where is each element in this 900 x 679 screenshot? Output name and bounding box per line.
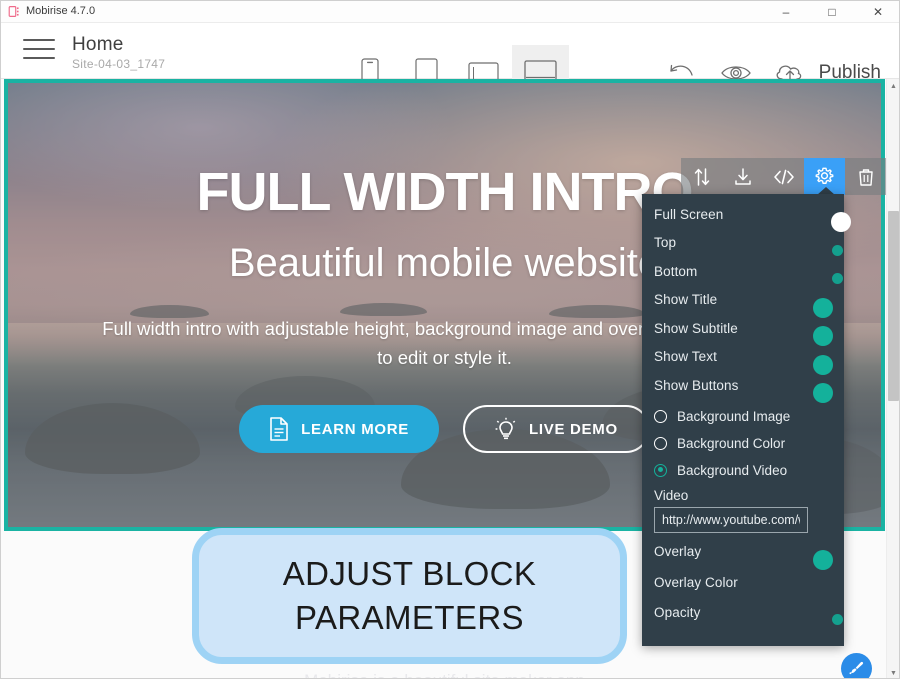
- live-demo-label: LIVE DEMO: [529, 420, 618, 438]
- app-header: Home Site-04-03_1747 Publish: [1, 23, 899, 101]
- maximize-button[interactable]: □: [809, 1, 855, 23]
- show-subtitle-label: Show Subtitle: [654, 320, 738, 336]
- setting-overlay-color: Overlay Color: [642, 566, 844, 598]
- setting-show-subtitle: Show Subtitle: [642, 314, 844, 347]
- bottom-label: Bottom: [654, 263, 698, 279]
- hamburger-menu-icon[interactable]: [23, 39, 55, 63]
- setting-show-buttons: Show Buttons: [642, 371, 844, 404]
- live-demo-button[interactable]: LIVE DEMO: [463, 405, 650, 453]
- trash-icon: [858, 168, 873, 186]
- arrows-up-down-icon: [694, 167, 709, 186]
- mobirise-window: Mobirise 4.7.0 – □ ✕ Home Site-04-03_174…: [0, 0, 900, 679]
- background-color-label: Background Color: [677, 435, 786, 451]
- video-field-label: Video: [654, 487, 689, 503]
- option-background-video[interactable]: Background Video: [642, 457, 844, 484]
- window-controls: – □ ✕: [763, 1, 899, 23]
- top-label: Top: [654, 235, 677, 251]
- full-screen-label: Full Screen: [654, 206, 724, 222]
- learn-more-label: LEARN MORE: [301, 420, 410, 438]
- document-icon: [270, 417, 288, 441]
- setting-full-screen: Full Screen: [642, 200, 851, 233]
- opacity-label: Opacity: [654, 604, 701, 620]
- adjust-block-parameters-callout: ADJUST BLOCK PARAMETERS: [192, 528, 627, 664]
- minimize-button[interactable]: –: [763, 1, 809, 23]
- option-background-image[interactable]: Background Image: [642, 403, 844, 430]
- lightbulb-icon: [495, 417, 516, 440]
- setting-bottom: Bottom: [642, 257, 844, 286]
- radio-background-video-icon: [654, 463, 667, 477]
- radio-background-image-icon: [654, 409, 667, 423]
- close-button[interactable]: ✕: [855, 1, 899, 23]
- scroll-up-arrow-icon[interactable]: ▲: [887, 79, 899, 93]
- option-background-color[interactable]: Background Color: [642, 430, 844, 457]
- move-block-button[interactable]: [681, 158, 722, 195]
- video-url-input[interactable]: [654, 506, 808, 533]
- background-image-label: Background Image: [677, 408, 791, 424]
- show-title-label: Show Title: [654, 292, 718, 308]
- show-text-label: Show Text: [654, 349, 717, 365]
- scrollbar-thumb[interactable]: [888, 211, 899, 401]
- paintbrush-icon: [849, 661, 864, 675]
- overlay-label: Overlay: [654, 544, 702, 560]
- setting-show-title: Show Title: [642, 286, 844, 318]
- setting-top: Top: [642, 229, 844, 258]
- edit-code-button[interactable]: [763, 158, 804, 195]
- window-title-bar: Mobirise 4.7.0 – □ ✕: [1, 1, 899, 23]
- overlay-color-label: Overlay Color: [654, 574, 738, 590]
- radio-background-color-icon: [654, 436, 667, 450]
- learn-more-button[interactable]: LEARN MORE: [239, 405, 440, 453]
- download-icon: [734, 167, 751, 185]
- site-style-button[interactable]: [841, 653, 872, 678]
- app-title: Mobirise 4.7.0: [26, 5, 96, 17]
- page-title: Home: [72, 34, 124, 55]
- background-video-label: Background Video: [677, 462, 788, 478]
- show-buttons-label: Show Buttons: [654, 377, 739, 393]
- delete-block-button[interactable]: [845, 158, 886, 195]
- editor-canvas: FULL WIDTH INTRO Beautiful mobile websit…: [1, 79, 888, 678]
- block-settings-panel: Full Screen Top Bottom Show Title Show S…: [642, 194, 851, 646]
- download-block-button[interactable]: [722, 158, 763, 195]
- setting-opacity: Opacity: [642, 598, 844, 627]
- mobirise-logo-icon: [8, 6, 19, 17]
- setting-show-text: Show Text: [642, 343, 844, 375]
- next-block-text: Mobirise is a beautiful site maker app: [1, 671, 888, 678]
- block-toolbar: [681, 158, 886, 195]
- scroll-down-arrow-icon[interactable]: ▼: [887, 666, 899, 678]
- gear-icon: [815, 167, 834, 184]
- setting-overlay: Overlay: [642, 538, 844, 570]
- canvas-scrollbar[interactable]: ▲ ▼: [886, 79, 899, 678]
- site-name-label: Site-04-03_1747: [72, 57, 166, 71]
- code-brackets-icon: [773, 169, 794, 184]
